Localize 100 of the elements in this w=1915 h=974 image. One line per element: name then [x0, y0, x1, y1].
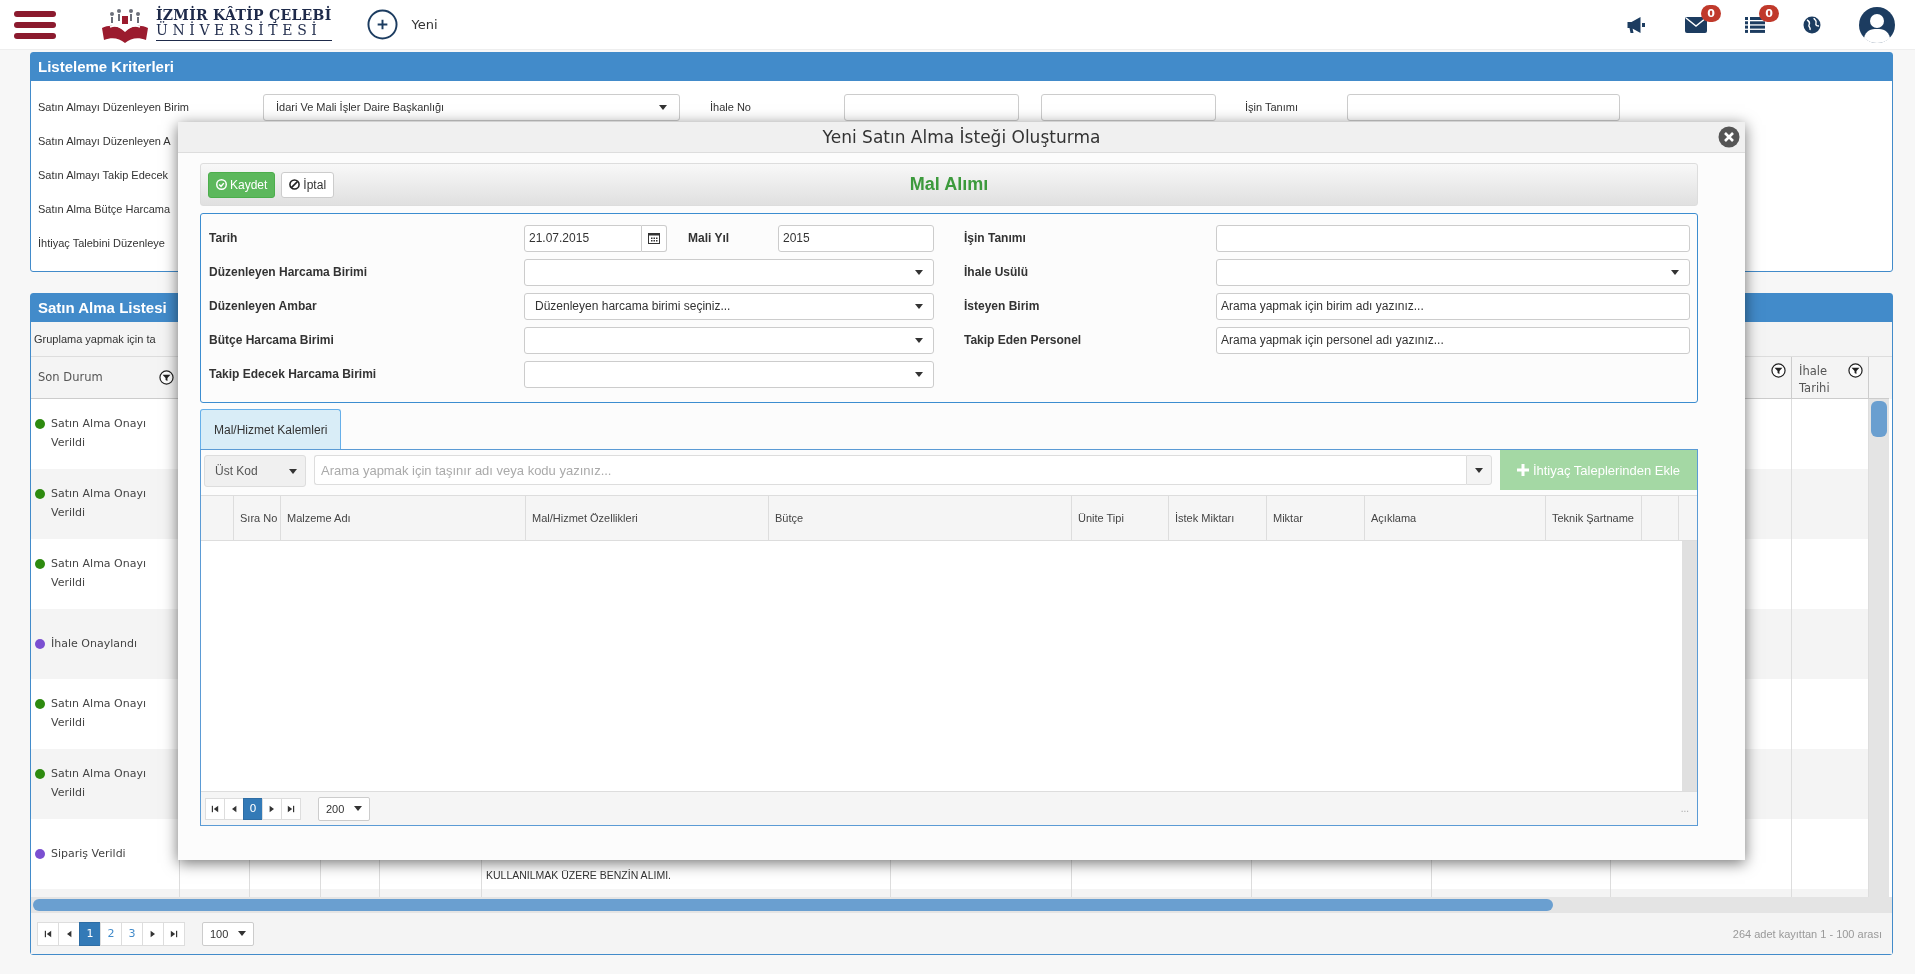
calendar-icon	[648, 232, 660, 244]
input-field[interactable]	[844, 93, 1019, 121]
vertical-scrollbar[interactable]	[1869, 399, 1889, 897]
dropdown-button[interactable]	[1466, 455, 1492, 485]
column-header[interactable]: Ünite Tipi	[1078, 510, 1124, 526]
caret-icon	[1671, 269, 1679, 275]
last-page-button[interactable]	[281, 797, 301, 820]
year-field[interactable]: 2015	[778, 224, 934, 252]
avatar-icon[interactable]	[1859, 6, 1895, 43]
column-header[interactable]: Bütçe	[775, 510, 804, 526]
new-button[interactable]: Yeni	[366, 9, 438, 40]
date-field[interactable]: 21.07.2015	[524, 224, 642, 252]
form-heading: Mal Alımı	[909, 174, 989, 195]
status-text: Sipariş Verildi	[51, 845, 127, 862]
globe-icon[interactable]	[1803, 15, 1821, 34]
select-field[interactable]	[524, 326, 934, 354]
caret-icon	[915, 269, 923, 275]
first-page-button[interactable]	[37, 921, 59, 946]
input-field[interactable]: Arama yapmak için personel adı yazınız...	[1216, 326, 1690, 354]
status-text: Satın Alma Onayı Verildi	[51, 416, 148, 451]
input-field[interactable]	[1041, 93, 1216, 121]
next-page-button[interactable]	[142, 921, 164, 946]
select-field[interactable]: Düzenleyen harcama birimi seçiniz...	[524, 292, 934, 320]
column-header[interactable]: Teknik Şartname	[1552, 510, 1634, 526]
input-field[interactable]	[1216, 224, 1690, 252]
first-page-button[interactable]	[205, 797, 225, 820]
previous-page-button[interactable]	[224, 797, 244, 820]
cancel-icon	[289, 179, 301, 190]
first-page-icon	[44, 929, 52, 938]
megaphone-icon[interactable]	[1626, 15, 1647, 34]
close-icon[interactable]	[1718, 126, 1740, 148]
field-label: İhale No	[710, 101, 752, 113]
select-field[interactable]	[524, 360, 934, 388]
last-page-icon	[287, 804, 295, 813]
caret-icon	[1475, 467, 1483, 473]
field-label: İsteyen Birim	[964, 299, 1041, 313]
count-badge: 0	[1759, 4, 1779, 22]
list-icon[interactable]	[1745, 16, 1765, 33]
last-page-button[interactable]	[163, 921, 185, 946]
caret-icon	[915, 371, 923, 377]
status-text: Satın Alma Onayı Verildi	[51, 556, 148, 591]
column-header[interactable]: Sıra No	[240, 510, 278, 526]
code-select[interactable]: Üst Kod	[204, 455, 306, 487]
vertical-scrollbar[interactable]	[1682, 541, 1697, 791]
filter-icon[interactable]	[1771, 363, 1786, 378]
first-page-icon	[211, 804, 219, 813]
check-circle-icon	[216, 179, 227, 190]
unit-select[interactable]: İdari Ve Mali İşler Daire Başkanlığı	[263, 93, 680, 121]
column-header[interactable]: Mal/Hizmet Özellikleri	[532, 510, 638, 526]
column-header[interactable]: Son Durum	[38, 368, 103, 387]
mail-icon[interactable]	[1685, 16, 1707, 33]
input-field[interactable]: Arama yapmak için birim adı yazınız...	[1216, 292, 1690, 320]
previous-page-button[interactable]	[58, 921, 80, 946]
last-page-icon	[170, 929, 178, 938]
logo-subtitle: ÜNİVERSİTESİ	[156, 23, 332, 41]
search-field[interactable]: Arama yapmak için taşınır adı veya kodu yazınız...	[314, 455, 1466, 485]
field-label: Satın Almayı Düzenleyen Birim	[38, 101, 190, 113]
field-label: Tarih	[209, 231, 239, 245]
field-label: İhale Usülü	[964, 265, 1029, 279]
input-field[interactable]	[1347, 93, 1620, 121]
panel-header: Listeleme Kriterleri	[31, 53, 1892, 81]
page-size-select[interactable]: 200	[318, 796, 370, 821]
select-field[interactable]	[1216, 258, 1690, 286]
caret-icon	[659, 104, 667, 110]
plus-icon	[1516, 464, 1529, 476]
page-button[interactable]: 0	[243, 797, 263, 820]
page-button[interactable]: 2	[100, 921, 122, 946]
field-label: Takip Eden Personel	[964, 333, 1083, 347]
field-label: Satın Alma Bütçe Harcama	[38, 203, 171, 215]
page-button[interactable]: 3	[121, 921, 143, 946]
column-header[interactable]: İstek Miktarı	[1175, 510, 1235, 526]
next-page-icon	[268, 804, 276, 813]
caret-icon	[354, 806, 362, 811]
caret-icon	[915, 303, 923, 309]
column-header[interactable]: Malzeme Adı	[287, 510, 351, 526]
next-page-button[interactable]	[262, 797, 282, 820]
record-summary: 264 adet kayıttan 1 - 100 arası	[1732, 927, 1882, 940]
horizontal-scrollbar[interactable]	[31, 897, 1892, 913]
column-header[interactable]: İhale Tarihi	[1799, 363, 1839, 398]
page-button[interactable]: 1	[79, 921, 101, 946]
calendar-button[interactable]	[642, 224, 667, 252]
status-text: İhale Onaylandı	[51, 635, 138, 652]
cancel-button[interactable]: İptal	[281, 171, 335, 198]
previous-page-icon	[65, 929, 73, 938]
caret-icon	[238, 931, 246, 936]
filter-icon[interactable]	[159, 370, 174, 385]
tab[interactable]: Mal/Hizmet Kalemleri	[200, 409, 342, 449]
filter-icon[interactable]	[1848, 363, 1863, 378]
field-label: Satın Almayı Düzenleyen A	[38, 135, 171, 147]
page-size-select[interactable]: 100	[202, 921, 254, 946]
dialog-title: Yeni Satın Alma İsteği Oluşturma	[822, 127, 1101, 147]
plus-icon	[366, 9, 398, 40]
select-field[interactable]	[524, 258, 934, 286]
menu-icon[interactable]	[14, 10, 56, 39]
column-header[interactable]: Açıklama	[1371, 510, 1417, 526]
next-page-icon	[149, 929, 157, 938]
status-text: Satın Alma Onayı Verildi	[51, 766, 148, 801]
field-label: Düzenleyen Harcama Birimi	[209, 265, 369, 279]
column-header[interactable]: Miktar	[1273, 510, 1303, 526]
field-label: İhtiyaç Talebini Düzenleye	[38, 237, 165, 249]
